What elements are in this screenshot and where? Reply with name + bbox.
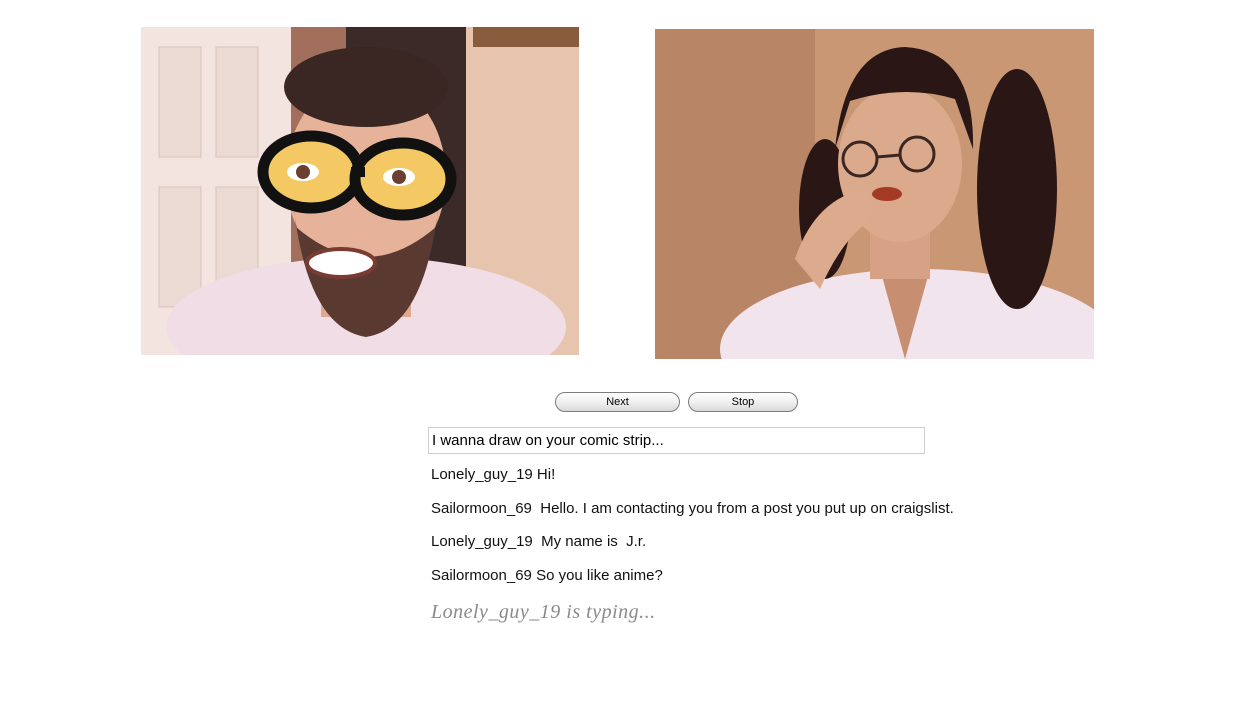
chat-message: Sailormoon_69 Hello. I am contacting you… [431, 500, 954, 517]
your-video-feed [655, 29, 1094, 359]
next-button[interactable]: Next [555, 392, 680, 412]
webcam-image-woman [655, 29, 1094, 359]
chat-message: Lonely_guy_19 Hi! [431, 466, 556, 483]
stop-button[interactable]: Stop [688, 392, 798, 412]
typing-indicator: Lonely_guy_19 is typing... [431, 601, 656, 623]
stranger-video-feed [141, 27, 579, 355]
webcam-image-man [141, 27, 579, 355]
chat-message: Sailormoon_69 So you like anime? [431, 567, 663, 584]
chat-message-input[interactable] [428, 427, 925, 454]
chat-message: Lonely_guy_19 My name is J.r. [431, 533, 647, 550]
